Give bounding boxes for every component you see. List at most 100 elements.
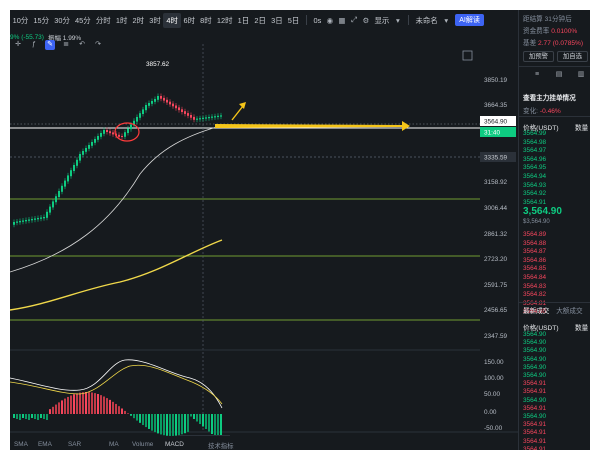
macd-histogram-bar	[37, 414, 39, 420]
tf-30m[interactable]: 30分	[52, 15, 73, 26]
candle	[49, 206, 51, 213]
tab-technical[interactable]: 技术指标	[208, 441, 234, 450]
tf-10m[interactable]: 10分	[10, 15, 31, 26]
candle	[190, 115, 192, 118]
order-book-row[interactable]: 3564.92	[523, 190, 546, 197]
order-book-row[interactable]: 3564.93	[523, 182, 546, 189]
chevron-down-icon[interactable]: ▾	[393, 16, 402, 25]
order-book-row[interactable]: 3564.96	[523, 156, 546, 163]
tf-2d[interactable]: 2日	[252, 15, 269, 26]
ai-analysis-button[interactable]: AI解读	[455, 14, 484, 26]
macd-histogram-bar	[76, 393, 78, 414]
candle	[184, 111, 186, 114]
macd-histogram-bar	[79, 392, 81, 414]
fullscreen-icon[interactable]	[462, 50, 473, 61]
candle	[157, 96, 159, 100]
order-book-row[interactable]: 3564.85	[523, 265, 546, 272]
candle	[79, 154, 81, 161]
tf-3h[interactable]: 3时	[147, 15, 164, 26]
expand-icon[interactable]: ⤢	[349, 15, 358, 25]
macd-histogram-bar	[49, 409, 51, 414]
order-book-row[interactable]: 3564.87	[523, 248, 546, 255]
macd-histogram-bar	[193, 414, 195, 419]
high-price-label: 3857.62	[146, 61, 170, 68]
price-axis-label: 2861.32	[484, 231, 508, 238]
candle	[166, 99, 168, 103]
annotation-arrow-right	[215, 121, 410, 131]
candle	[211, 116, 213, 118]
layout-name-dropdown[interactable]: 未命名	[413, 15, 440, 26]
toolbar-divider	[305, 15, 307, 25]
candle	[121, 136, 123, 137]
book-sell-icon[interactable]: ▥	[576, 70, 586, 80]
order-book-row[interactable]: 3564.99	[523, 130, 546, 137]
candle	[22, 220, 24, 222]
tf-2h[interactable]: 2时	[130, 15, 147, 26]
macd-histogram-bar	[154, 414, 156, 433]
macd-histogram-bar	[61, 400, 63, 414]
candle	[205, 117, 207, 119]
tf-4h[interactable]: 4时	[163, 12, 181, 28]
price-chart[interactable]: 3857.62 3850.19 3664.35 3158.92 3006.44 2861…	[10, 44, 518, 436]
candle	[88, 145, 90, 149]
tab-large-trades[interactable]: 大额成交	[556, 308, 582, 315]
tab-ema[interactable]: EMA	[38, 441, 52, 448]
order-book-row[interactable]: 3564.98	[523, 139, 546, 146]
macd-histogram-bar	[88, 392, 90, 414]
candle	[145, 105, 147, 111]
chevron-down-icon[interactable]: ▾	[442, 16, 451, 25]
tf-1h[interactable]: 1时	[113, 15, 130, 26]
tf-8h[interactable]: 8时	[198, 15, 215, 26]
tf-line[interactable]: 分时	[93, 15, 113, 26]
basis-value: 2.77 (0.0785%)	[538, 40, 584, 47]
camera-icon[interactable]: ◉	[325, 16, 334, 25]
grid-icon[interactable]: ▦	[337, 16, 346, 25]
order-book-row[interactable]: 3564.88	[523, 240, 546, 247]
add-alert-button[interactable]: 加预警	[523, 51, 554, 62]
book-buy-icon[interactable]: ▤	[554, 70, 564, 80]
tf-6h[interactable]: 6时	[181, 15, 198, 26]
tf-12h[interactable]: 12时	[214, 15, 235, 26]
tf-3d[interactable]: 3日	[268, 15, 285, 26]
macd-histogram-bar	[13, 414, 15, 418]
tf-1d[interactable]: 1日	[235, 15, 252, 26]
tab-sar[interactable]: SAR	[68, 441, 81, 448]
tab-latest-trades[interactable]: 最新成交	[523, 308, 549, 315]
tf-5d[interactable]: 5日	[285, 15, 302, 26]
macd-histogram-bar	[217, 414, 219, 436]
macd-histogram-bar	[121, 408, 123, 414]
order-book-row[interactable]: 3564.91	[523, 199, 546, 206]
settings-icon[interactable]: ⚙	[361, 16, 370, 25]
trade-row: 3564.91	[523, 404, 547, 412]
tab-volume[interactable]: Volume	[132, 441, 153, 448]
candle	[139, 113, 141, 118]
price-axis-label: 3664.35	[484, 102, 508, 109]
section-title[interactable]: 查看主力挂单情况	[523, 92, 576, 102]
order-book-row[interactable]: 3564.95	[523, 164, 546, 171]
price-axis-label: 3850.19	[484, 77, 508, 84]
candle	[100, 133, 102, 137]
macd-histogram-bar	[214, 414, 216, 436]
macd-histogram-bar	[181, 414, 183, 435]
order-book-row[interactable]: 3564.89	[523, 231, 546, 238]
order-book-row[interactable]: 3564.97	[523, 147, 546, 154]
tab-macd[interactable]: MACD	[165, 441, 184, 448]
macd-histogram-bar	[145, 414, 147, 428]
macd-histogram-bar	[133, 414, 135, 419]
order-book-row[interactable]: 3564.86	[523, 257, 546, 264]
add-watchlist-button[interactable]: 加自选	[557, 51, 588, 62]
tf-45m[interactable]: 45分	[72, 15, 93, 26]
order-book-row[interactable]: 3564.84	[523, 274, 546, 281]
display-menu[interactable]: 显示	[372, 15, 392, 26]
basis-label: 基差	[523, 40, 537, 47]
tab-ma[interactable]: MA	[109, 441, 119, 448]
order-book-row[interactable]: 3564.82	[523, 291, 546, 298]
trade-row: 3564.91	[523, 429, 547, 437]
book-both-icon[interactable]: ≡	[532, 70, 542, 80]
tab-sma[interactable]: SMA	[14, 441, 28, 448]
macd-histogram-bar	[178, 414, 180, 436]
candle	[91, 142, 93, 146]
order-book-row[interactable]: 3564.83	[523, 283, 546, 290]
tf-15m[interactable]: 15分	[31, 15, 52, 26]
order-book-row[interactable]: 3564.94	[523, 173, 546, 180]
